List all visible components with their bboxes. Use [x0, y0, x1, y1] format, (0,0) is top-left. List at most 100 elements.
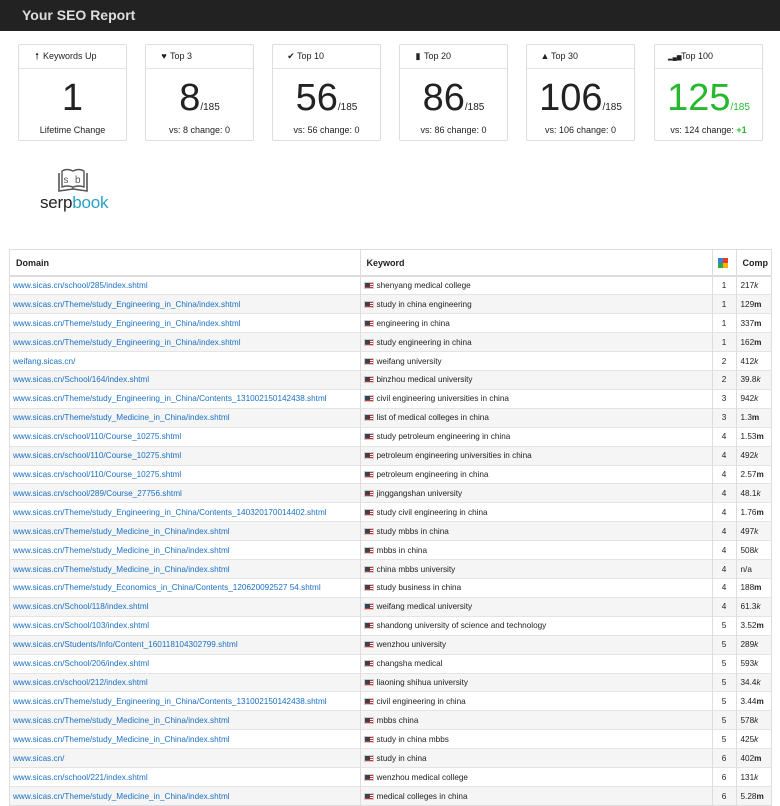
check-icon: ✔	[287, 51, 295, 61]
us-flag-icon	[363, 678, 374, 686]
domain-link[interactable]: www.sicas.cn/school/110/Course_10275.sht…	[10, 426, 360, 447]
table-row: www.sicas.cn/Theme/study_Medicine_in_Chi…	[10, 729, 771, 749]
domain-link[interactable]: www.sicas.cn/School/118/index.shtml	[10, 596, 360, 617]
table-header-row: Domain Keyword Comp	[10, 250, 771, 277]
comp-unit: k	[756, 602, 761, 612]
us-flag-icon	[363, 546, 374, 554]
comp-cell: 337m	[735, 313, 771, 333]
column-header-keyword[interactable]: Keyword	[359, 250, 712, 277]
table-row: www.sicas.cn/school/110/Course_10275.sht…	[10, 445, 771, 466]
stat-denominator: /185	[730, 102, 750, 113]
column-header-google-rank[interactable]	[711, 250, 736, 277]
comp-value: 39.8	[740, 375, 757, 385]
domain-link[interactable]: www.sicas.cn/Theme/study_Medicine_in_Chi…	[10, 521, 360, 541]
rank-cell: 4	[711, 426, 736, 447]
domain-link[interactable]: www.sicas.cn/school/110/Course_10275.sht…	[10, 445, 360, 466]
domain-link[interactable]: www.sicas.cn/Theme/study_Medicine_in_Chi…	[10, 540, 360, 560]
rank-cell: 5	[711, 634, 736, 655]
rank-cell: 1	[711, 275, 736, 295]
comp-value: 1.53	[740, 432, 757, 442]
domain-link[interactable]: www.sicas.cn/School/103/index.shtml	[10, 615, 360, 636]
domain-link[interactable]: www.sicas.cn/Theme/study_Medicine_in_Chi…	[10, 559, 360, 579]
stat-card: ▂▄▆Top 100 125/185 vs: 124 change: +1	[654, 44, 763, 141]
column-header-comp[interactable]: Comp	[735, 250, 771, 277]
domain-link[interactable]: www.sicas.cn/School/206/index.shtml	[10, 653, 360, 674]
domain-link[interactable]: www.sicas.cn/Theme/study_Engineering_in_…	[10, 294, 360, 314]
comp-cell: 412k	[735, 351, 771, 371]
keyword-text: liaoning shihua university	[376, 677, 468, 687]
comp-cell: 5.28m	[735, 785, 771, 806]
stat-change: vs: 86 change: 0	[400, 125, 507, 135]
stat-card-label: Top 20	[424, 51, 452, 61]
comp-cell: 1.76m	[735, 502, 771, 522]
comp-cell: 578k	[735, 710, 771, 730]
rank-cell: 5	[711, 691, 736, 711]
comp-value: 3.44	[740, 696, 757, 706]
domain-link[interactable]: www.sicas.cn/Theme/study_Economics_in_Ch…	[10, 578, 360, 598]
domain-link[interactable]: www.sicas.cn/Theme/study_Engineering_in_…	[10, 502, 360, 522]
domain-link[interactable]: www.sicas.cn/	[10, 748, 360, 768]
rank-cell: 5	[711, 653, 736, 674]
comp-unit: m	[754, 318, 762, 328]
domain-link[interactable]: www.sicas.cn/Theme/study_Medicine_in_Chi…	[10, 407, 360, 428]
comp-unit: m	[754, 583, 762, 593]
domain-link[interactable]: www.sicas.cn/Theme/study_Engineering_in_…	[10, 332, 360, 352]
keyword-text: study mbbs in china	[376, 526, 449, 536]
comp-unit: k	[756, 375, 761, 385]
comp-unit: k	[754, 715, 759, 725]
keyword-cell: engineering in china	[359, 313, 712, 333]
stat-card-header: ♥ Top 3	[146, 45, 253, 69]
us-flag-icon	[363, 773, 374, 781]
rank-cell: 2	[711, 370, 736, 390]
us-flag-icon	[363, 338, 374, 346]
keyword-cell: mbbs in china	[359, 540, 712, 560]
keyword-table: Domain Keyword Comp www.sicas.cn/school/…	[9, 249, 772, 806]
comp-unit: k	[754, 526, 759, 536]
rank-cell: 4	[711, 559, 736, 579]
keyword-text: study civil engineering in china	[376, 507, 488, 517]
domain-link[interactable]: www.sicas.cn/Theme/study_Engineering_in_…	[10, 313, 360, 333]
us-flag-icon	[363, 792, 374, 800]
table-row: www.sicas.cn/Students/Info/Content_16011…	[10, 634, 771, 655]
keyword-text: engineering in china	[376, 318, 450, 328]
comp-unit: m	[754, 753, 762, 763]
domain-link[interactable]: www.sicas.cn/school/212/index.shtml	[10, 672, 360, 692]
domain-link[interactable]: www.sicas.cn/school/289/Course_27756.sht…	[10, 483, 360, 503]
table-row: www.sicas.cn/school/289/Course_27756.sht…	[10, 483, 771, 503]
table-row: www.sicas.cn/school/110/Course_10275.sht…	[10, 464, 771, 484]
rank-cell: 4	[711, 521, 736, 541]
domain-link[interactable]: www.sicas.cn/Students/Info/Content_16011…	[10, 634, 360, 655]
comp-value: 129	[740, 299, 755, 309]
stat-value: 125/185	[655, 78, 762, 128]
stat-card-header: 🠕 Keywords Up	[19, 45, 126, 69]
us-flag-icon	[363, 565, 374, 573]
domain-link[interactable]: www.sicas.cn/Theme/study_Medicine_in_Chi…	[10, 710, 360, 730]
domain-link[interactable]: www.sicas.cn/Theme/study_Engineering_in_…	[10, 388, 360, 409]
keyword-text: civil engineering universities in china	[376, 394, 509, 404]
page-title: Your SEO Report	[22, 7, 136, 23]
keyword-cell: wenzhou university	[359, 634, 712, 655]
comp-value: 337	[740, 318, 755, 328]
comp-value: 2.57	[740, 470, 757, 480]
domain-link[interactable]: www.sicas.cn/school/285/index.shtml	[10, 275, 360, 295]
domain-link[interactable]: www.sicas.cn/Theme/study_Medicine_in_Chi…	[10, 785, 360, 806]
rank-cell: 5	[711, 710, 736, 730]
us-flag-icon	[363, 452, 374, 460]
table-row: www.sicas.cn/Theme/study_Medicine_in_Chi…	[10, 407, 771, 428]
keyword-cell: liaoning shihua university	[359, 672, 712, 692]
us-flag-icon	[363, 660, 374, 668]
domain-link[interactable]: www.sicas.cn/school/221/index.shtml	[10, 767, 360, 787]
domain-link[interactable]: www.sicas.cn/Theme/study_Engineering_in_…	[10, 691, 360, 711]
keyword-text: medical colleges in china	[376, 791, 468, 801]
comp-unit: m	[756, 470, 764, 480]
domain-link[interactable]: www.sicas.cn/Theme/study_Medicine_in_Chi…	[10, 729, 360, 749]
domain-link[interactable]: www.sicas.cn/school/110/Course_10275.sht…	[10, 464, 360, 484]
comp-unit: m	[754, 299, 762, 309]
stat-card: ✔ Top 10 56/185 vs: 56 change: 0	[272, 44, 381, 141]
comp-cell: 497k	[735, 521, 771, 541]
column-header-domain[interactable]: Domain	[10, 250, 360, 277]
stat-card-label: Top 3	[170, 51, 193, 61]
stat-value: 8/185	[146, 78, 253, 128]
domain-link[interactable]: weifang.sicas.cn/	[10, 351, 360, 371]
domain-link[interactable]: www.sicas.cn/School/164/index.shtml	[10, 370, 360, 390]
